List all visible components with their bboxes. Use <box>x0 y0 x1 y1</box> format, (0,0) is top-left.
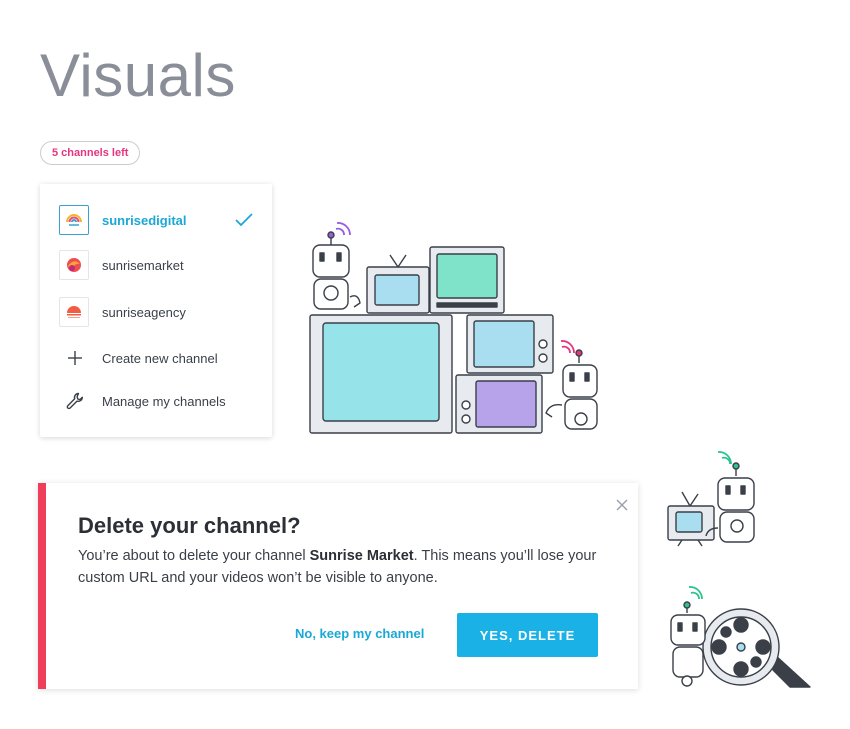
wrench-icon <box>64 390 86 412</box>
tvs-robots-illustration <box>309 222 598 434</box>
manage-channels-label: Manage my channels <box>102 393 226 409</box>
dialog-channel-name: Sunrise Market <box>309 548 414 564</box>
create-channel-item[interactable]: Create new channel <box>40 340 272 376</box>
create-channel-label: Create new channel <box>102 350 218 366</box>
channel-item-sunriseagency[interactable]: sunriseagency <box>40 294 272 330</box>
page-title: Visuals <box>40 42 236 109</box>
plus-icon <box>64 347 86 369</box>
channel-label: sunrisedigital <box>102 212 187 228</box>
dialog-title: Delete your channel? <box>78 513 301 538</box>
dialog-message: You’re about to delete your channel Sunr… <box>78 545 608 589</box>
channels-left-badge: 5 channels left <box>40 141 141 165</box>
confirm-delete-button[interactable]: YES, DELETE <box>457 613 598 657</box>
film-reel-robot-illustration <box>670 586 811 688</box>
manage-channels-item[interactable]: Manage my channels <box>40 383 272 419</box>
channel-label: sunrisemarket <box>102 257 184 273</box>
delete-channel-dialog: Delete your channel? You’re about to del… <box>38 483 638 689</box>
sunrisemarket-logo <box>59 250 89 280</box>
close-icon[interactable] <box>612 495 632 515</box>
sunriseagency-logo <box>59 297 89 327</box>
dialog-message-pre: You’re about to delete your channel <box>78 548 310 564</box>
channel-label: sunriseagency <box>102 304 186 320</box>
keep-channel-link[interactable]: No, keep my channel <box>295 626 424 641</box>
channel-item-sunrisemarket[interactable]: sunrisemarket <box>40 247 272 283</box>
tv-robot-illustration <box>667 451 755 547</box>
sunrisedigital-logo <box>59 205 89 235</box>
channel-item-sunrisedigital[interactable]: sunrisedigital <box>40 202 272 238</box>
channel-menu: sunrisedigital sunrisemarket sunriseagen… <box>40 184 272 437</box>
check-icon <box>235 213 253 227</box>
